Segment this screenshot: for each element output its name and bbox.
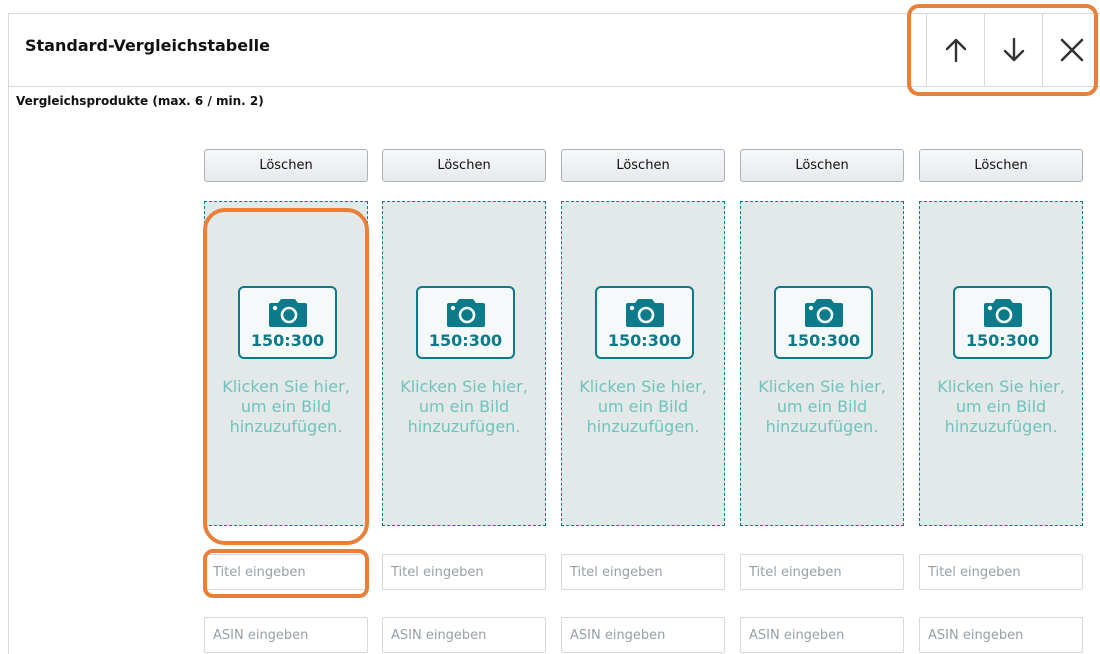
asin-input[interactable]: [919, 617, 1083, 653]
camera-icon: [984, 299, 1022, 327]
image-placeholder-box: 150:300: [595, 286, 694, 359]
delete-button[interactable]: Löschen: [382, 149, 546, 182]
aspect-ratio-label: 150:300: [428, 331, 503, 350]
product-column: Löschen 150:300 Klicken Sie hier, um ein…: [919, 149, 1083, 653]
image-upload-slot[interactable]: 150:300 Klicken Sie hier, um ein Bild hi…: [204, 201, 368, 526]
arrow-up-icon: [945, 38, 966, 63]
module-header: Standard-Vergleichstabelle: [9, 14, 1100, 87]
asin-input[interactable]: [561, 617, 725, 653]
image-upload-slot[interactable]: 150:300 Klicken Sie hier, um ein Bild hi…: [919, 201, 1083, 526]
aspect-ratio-label: 150:300: [250, 331, 325, 350]
close-icon: [1060, 38, 1083, 62]
product-column: Löschen 150:300 Klicken Sie hier, um ein…: [561, 149, 725, 653]
upload-instructions: Klicken Sie hier, um ein Bild hinzuzufüg…: [758, 377, 886, 436]
camera-icon: [269, 299, 307, 327]
title-input[interactable]: [204, 554, 368, 590]
delete-button[interactable]: Löschen: [740, 149, 904, 182]
delete-button[interactable]: Löschen: [561, 149, 725, 182]
product-column: Löschen 150:300 Klicken Sie hier, um ein…: [382, 149, 546, 653]
image-upload-slot[interactable]: 150:300 Klicken Sie hier, um ein Bild hi…: [561, 201, 725, 526]
camera-icon: [447, 299, 485, 327]
image-placeholder-box: 150:300: [238, 286, 337, 359]
image-upload-slot[interactable]: 150:300 Klicken Sie hier, um ein Bild hi…: [382, 201, 546, 526]
arrow-down-icon: [1003, 37, 1024, 62]
title-input[interactable]: [561, 554, 725, 590]
upload-instructions: Klicken Sie hier, um ein Bild hinzuzufüg…: [579, 377, 707, 436]
delete-button[interactable]: Löschen: [204, 149, 368, 182]
asin-input[interactable]: [740, 617, 904, 653]
module-title: Standard-Vergleichstabelle: [25, 36, 270, 55]
aspect-ratio-label: 150:300: [965, 331, 1040, 350]
image-placeholder-box: 150:300: [774, 286, 873, 359]
delete-button[interactable]: Löschen: [919, 149, 1083, 182]
aspect-ratio-label: 150:300: [786, 331, 861, 350]
move-up-button[interactable]: [926, 14, 984, 86]
image-placeholder-box: 150:300: [953, 286, 1052, 359]
image-placeholder-box: 150:300: [416, 286, 515, 359]
header-actions: [926, 14, 1100, 86]
product-column: Löschen 150:300 Klicken Sie hier, um ein…: [740, 149, 904, 653]
upload-instructions: Klicken Sie hier, um ein Bild hinzuzufüg…: [400, 377, 528, 436]
upload-instructions: Klicken Sie hier, um ein Bild hinzuzufüg…: [222, 377, 350, 436]
asin-input[interactable]: [204, 617, 368, 653]
camera-icon: [626, 299, 664, 327]
title-input[interactable]: [919, 554, 1083, 590]
aspect-ratio-label: 150:300: [607, 331, 682, 350]
close-button[interactable]: [1042, 14, 1100, 86]
title-input[interactable]: [740, 554, 904, 590]
product-column: Löschen 150:300 Klicken Sie hier, um ein…: [204, 149, 368, 653]
title-input[interactable]: [382, 554, 546, 590]
image-upload-slot[interactable]: 150:300 Klicken Sie hier, um ein Bild hi…: [740, 201, 904, 526]
upload-instructions: Klicken Sie hier, um ein Bild hinzuzufüg…: [937, 377, 1065, 436]
camera-icon: [805, 299, 843, 327]
asin-input[interactable]: [382, 617, 546, 653]
move-down-button[interactable]: [984, 14, 1042, 86]
section-label: Vergleichsprodukte (max. 6 / min. 2): [16, 94, 264, 108]
